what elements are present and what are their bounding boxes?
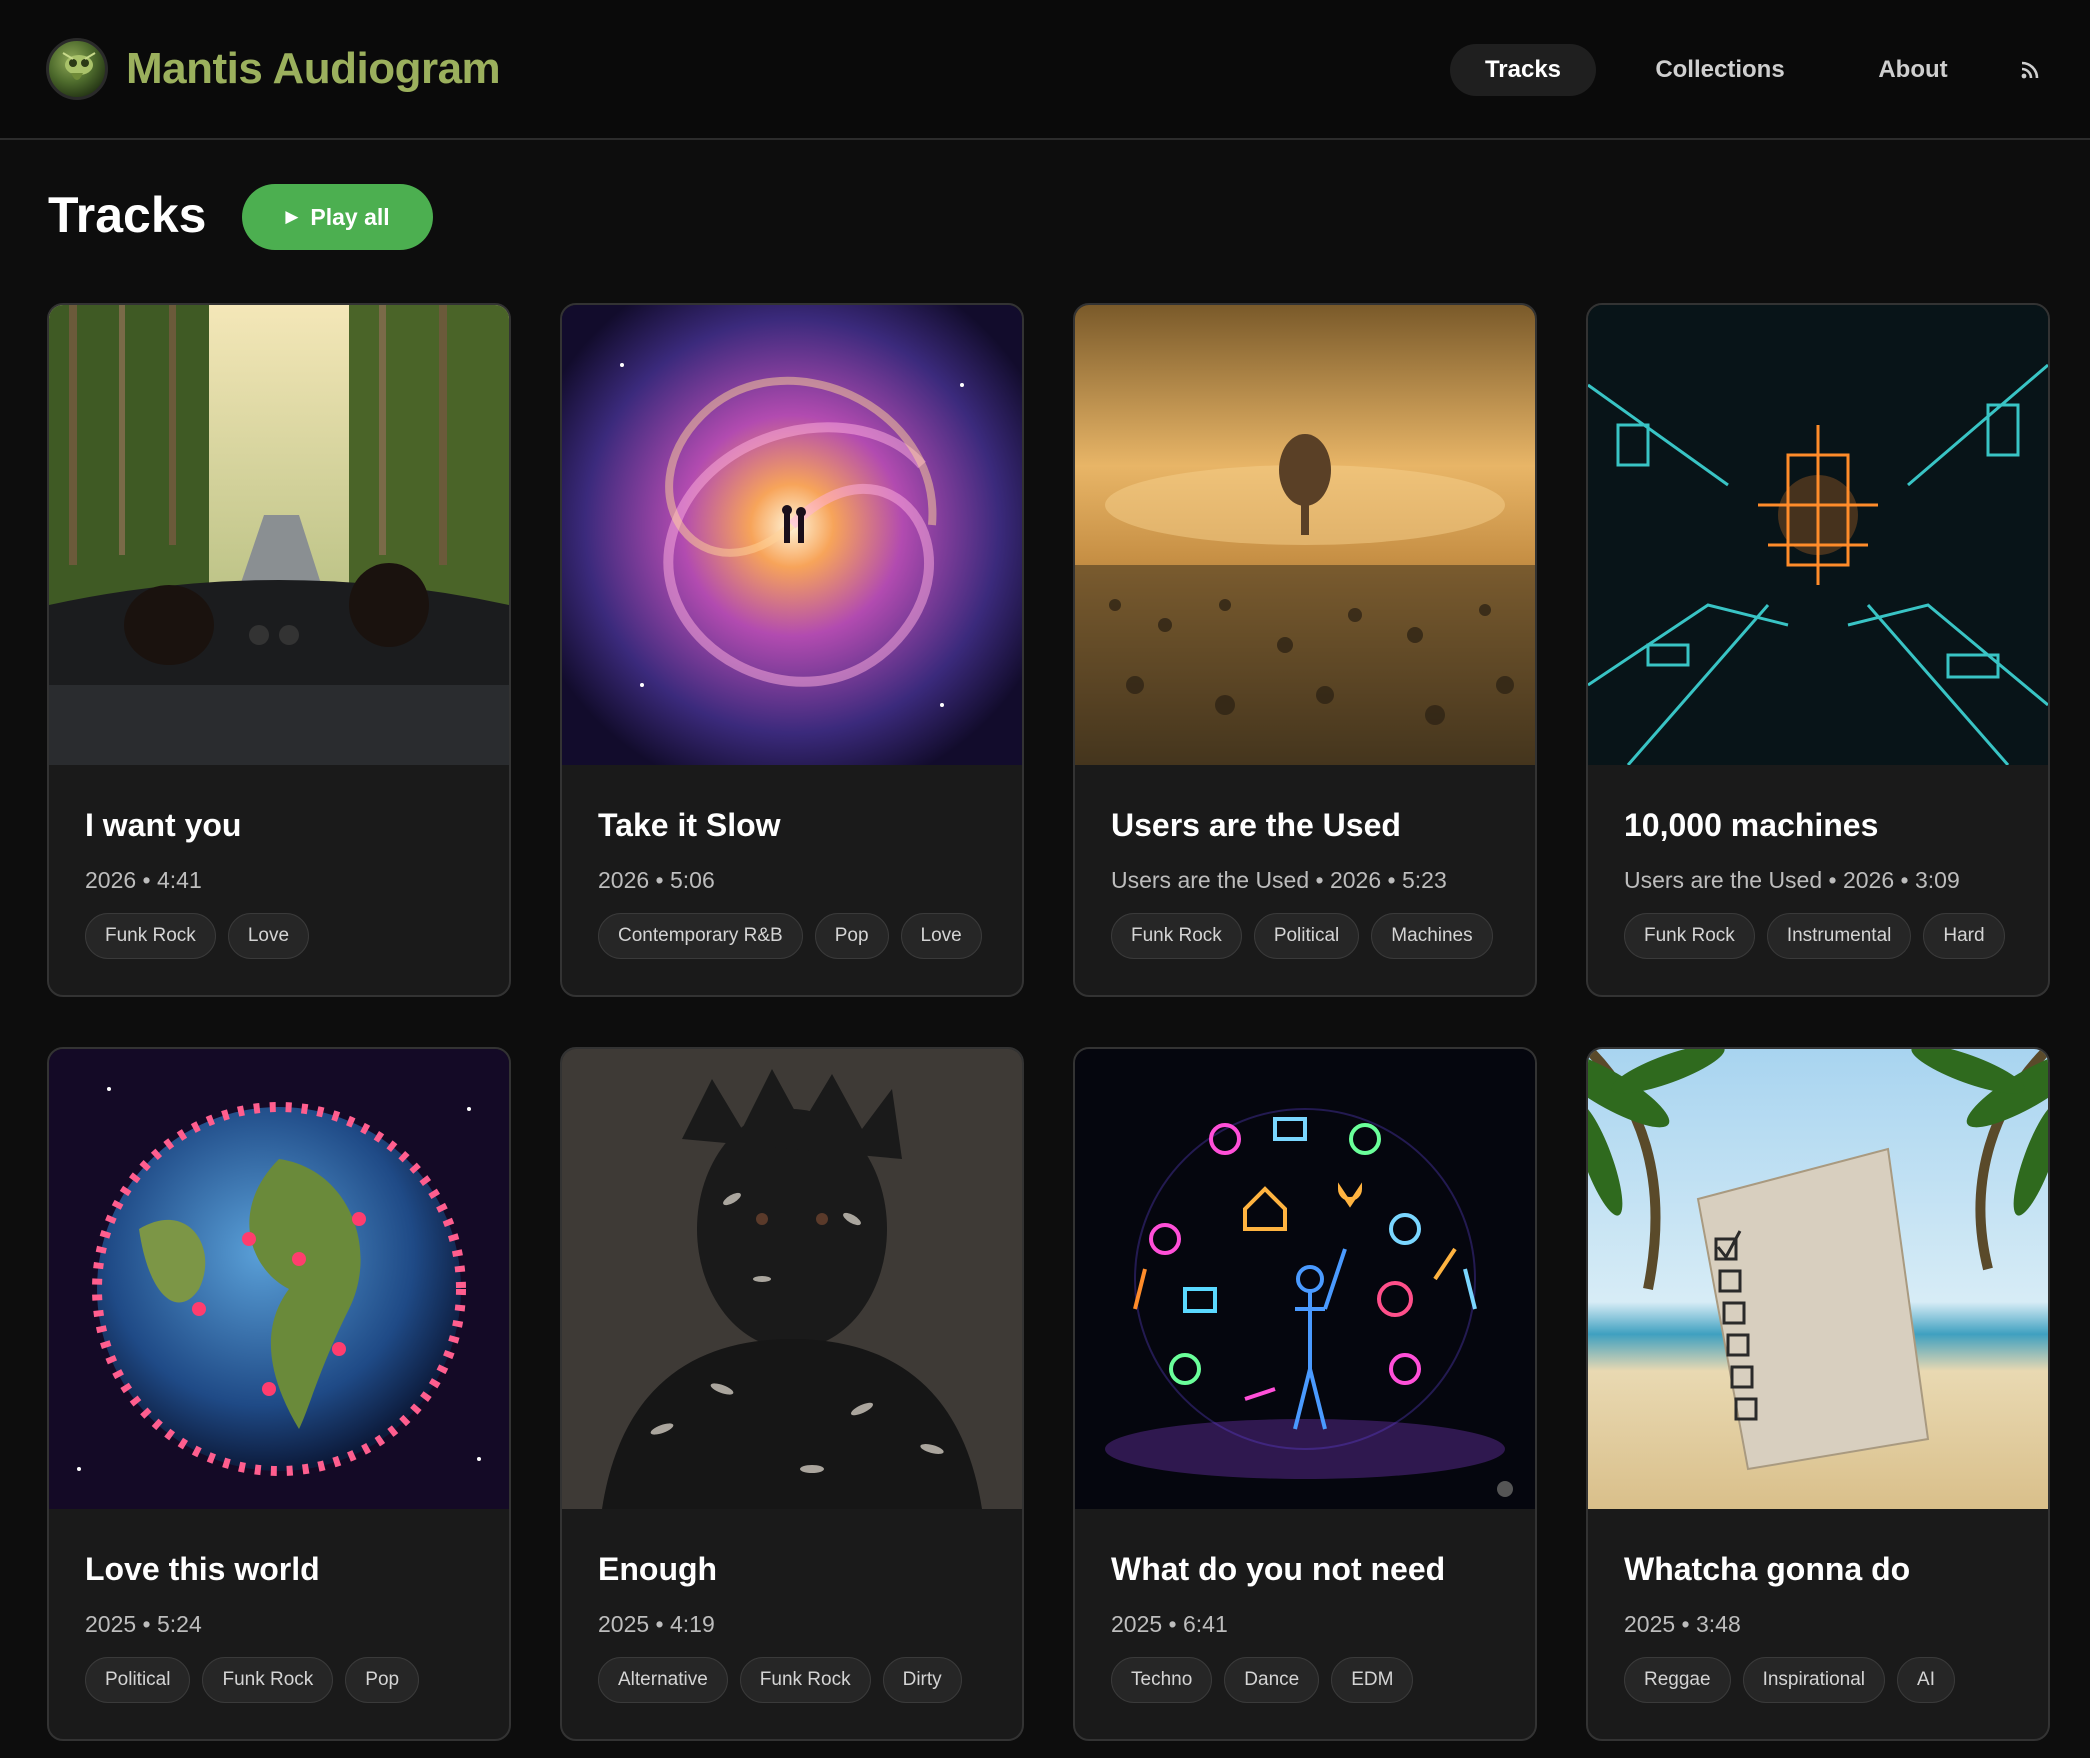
genre-tag[interactable]: Techno bbox=[1111, 1657, 1213, 1703]
track-title[interactable]: 10,000 machines bbox=[1624, 807, 1878, 844]
genre-tag[interactable]: Funk Rock bbox=[739, 1657, 871, 1703]
track-title[interactable]: Enough bbox=[598, 1551, 717, 1588]
nav-collections[interactable]: Collections bbox=[1630, 44, 1810, 96]
track-card[interactable]: I want you 2026 • 4:41 Funk Rock Love bbox=[47, 303, 511, 997]
track-meta: 2025 • 3:48 bbox=[1624, 1611, 1741, 1637]
tag-list: Contemporary R&B Pop Love bbox=[598, 913, 982, 959]
track-meta: 2025 • 4:19 bbox=[598, 1611, 715, 1637]
track-meta: 2026 • 5:06 bbox=[598, 867, 715, 893]
genre-tag[interactable]: Machines bbox=[1371, 913, 1493, 959]
play-all-button[interactable]: ▶ Play all bbox=[242, 184, 433, 250]
nav-about[interactable]: About bbox=[1850, 44, 1976, 96]
tag-list: Funk Rock Political Machines bbox=[1111, 913, 1493, 959]
genre-tag[interactable]: AI bbox=[1897, 1657, 1955, 1703]
main-nav: Tracks Collections About bbox=[0, 44, 2090, 96]
track-title[interactable]: What do you not need bbox=[1111, 1551, 1445, 1588]
genre-tag[interactable]: EDM bbox=[1331, 1657, 1414, 1703]
genre-tag[interactable]: Dance bbox=[1224, 1657, 1320, 1703]
track-card[interactable]: Take it Slow 2026 • 5:06 Contemporary R&… bbox=[560, 303, 1024, 997]
track-card[interactable]: Whatcha gonna do 2025 • 3:48 Reggae Insp… bbox=[1586, 1047, 2050, 1741]
track-artwork[interactable] bbox=[562, 305, 1022, 765]
track-artwork[interactable] bbox=[1588, 1049, 2048, 1509]
track-title[interactable]: Users are the Used bbox=[1111, 807, 1401, 844]
track-meta: 2025 • 5:24 bbox=[85, 1611, 202, 1637]
track-title[interactable]: Love this world bbox=[85, 1551, 320, 1588]
play-all-label: Play all bbox=[310, 203, 390, 230]
track-card[interactable]: 10,000 machines Users are the Used • 202… bbox=[1586, 303, 2050, 997]
track-card[interactable]: What do you not need 2025 • 6:41 Techno … bbox=[1073, 1047, 1537, 1741]
genre-tag[interactable]: Political bbox=[1253, 913, 1360, 959]
genre-tag[interactable]: Alternative bbox=[598, 1657, 728, 1703]
tag-list: Alternative Funk Rock Dirty bbox=[598, 1657, 962, 1703]
track-artwork[interactable] bbox=[1075, 305, 1535, 765]
track-title[interactable]: Whatcha gonna do bbox=[1624, 1551, 1910, 1588]
track-title[interactable]: I want you bbox=[85, 807, 241, 844]
app-header: Mantis Audiogram Tracks Collections Abou… bbox=[0, 0, 2090, 140]
track-meta: 2026 • 4:41 bbox=[85, 867, 202, 893]
genre-tag[interactable]: Love bbox=[900, 913, 982, 959]
tag-list: Funk Rock Instrumental Hard bbox=[1624, 913, 2005, 959]
genre-tag[interactable]: Funk Rock bbox=[1111, 913, 1242, 959]
genre-tag[interactable]: Instrumental bbox=[1766, 913, 1912, 959]
track-card[interactable]: Enough 2025 • 4:19 Alternative Funk Rock… bbox=[560, 1047, 1024, 1741]
rss-icon[interactable] bbox=[2012, 44, 2048, 96]
track-meta: 2025 • 6:41 bbox=[1111, 1611, 1228, 1637]
genre-tag[interactable]: Dirty bbox=[882, 1657, 962, 1703]
genre-tag[interactable]: Pop bbox=[814, 913, 889, 959]
track-artwork[interactable] bbox=[1075, 1049, 1535, 1509]
genre-tag[interactable]: Contemporary R&B bbox=[598, 913, 803, 959]
genre-tag[interactable]: Inspirational bbox=[1742, 1657, 1886, 1703]
genre-tag[interactable]: Funk Rock bbox=[85, 913, 216, 959]
track-card[interactable]: Users are the Used Users are the Used • … bbox=[1073, 303, 1537, 997]
nav-tracks[interactable]: Tracks bbox=[1450, 44, 1596, 96]
track-artwork[interactable] bbox=[1588, 305, 2048, 765]
play-icon: ▶ bbox=[285, 207, 299, 226]
track-title[interactable]: Take it Slow bbox=[598, 807, 781, 844]
page-title: Tracks bbox=[48, 187, 207, 243]
track-meta: Users are the Used • 2026 • 3:09 bbox=[1624, 867, 1960, 893]
genre-tag[interactable]: Funk Rock bbox=[1624, 913, 1755, 959]
track-artwork[interactable] bbox=[562, 1049, 1022, 1509]
tag-list: Political Funk Rock Pop bbox=[85, 1657, 420, 1703]
track-artwork[interactable] bbox=[49, 305, 509, 765]
track-meta: Users are the Used • 2026 • 5:23 bbox=[1111, 867, 1447, 893]
tag-list: Funk Rock Love bbox=[85, 913, 310, 959]
genre-tag[interactable]: Funk Rock bbox=[202, 1657, 334, 1703]
tag-list: Reggae Inspirational AI bbox=[1624, 1657, 1955, 1703]
tag-list: Techno Dance EDM bbox=[1111, 1657, 1414, 1703]
genre-tag[interactable]: Love bbox=[227, 913, 310, 959]
track-artwork[interactable] bbox=[49, 1049, 509, 1509]
genre-tag[interactable]: Pop bbox=[345, 1657, 420, 1703]
genre-tag[interactable]: Political bbox=[85, 1657, 191, 1703]
genre-tag[interactable]: Hard bbox=[1923, 913, 2005, 959]
genre-tag[interactable]: Reggae bbox=[1624, 1657, 1731, 1703]
track-card[interactable]: Love this world 2025 • 5:24 Political Fu… bbox=[47, 1047, 511, 1741]
